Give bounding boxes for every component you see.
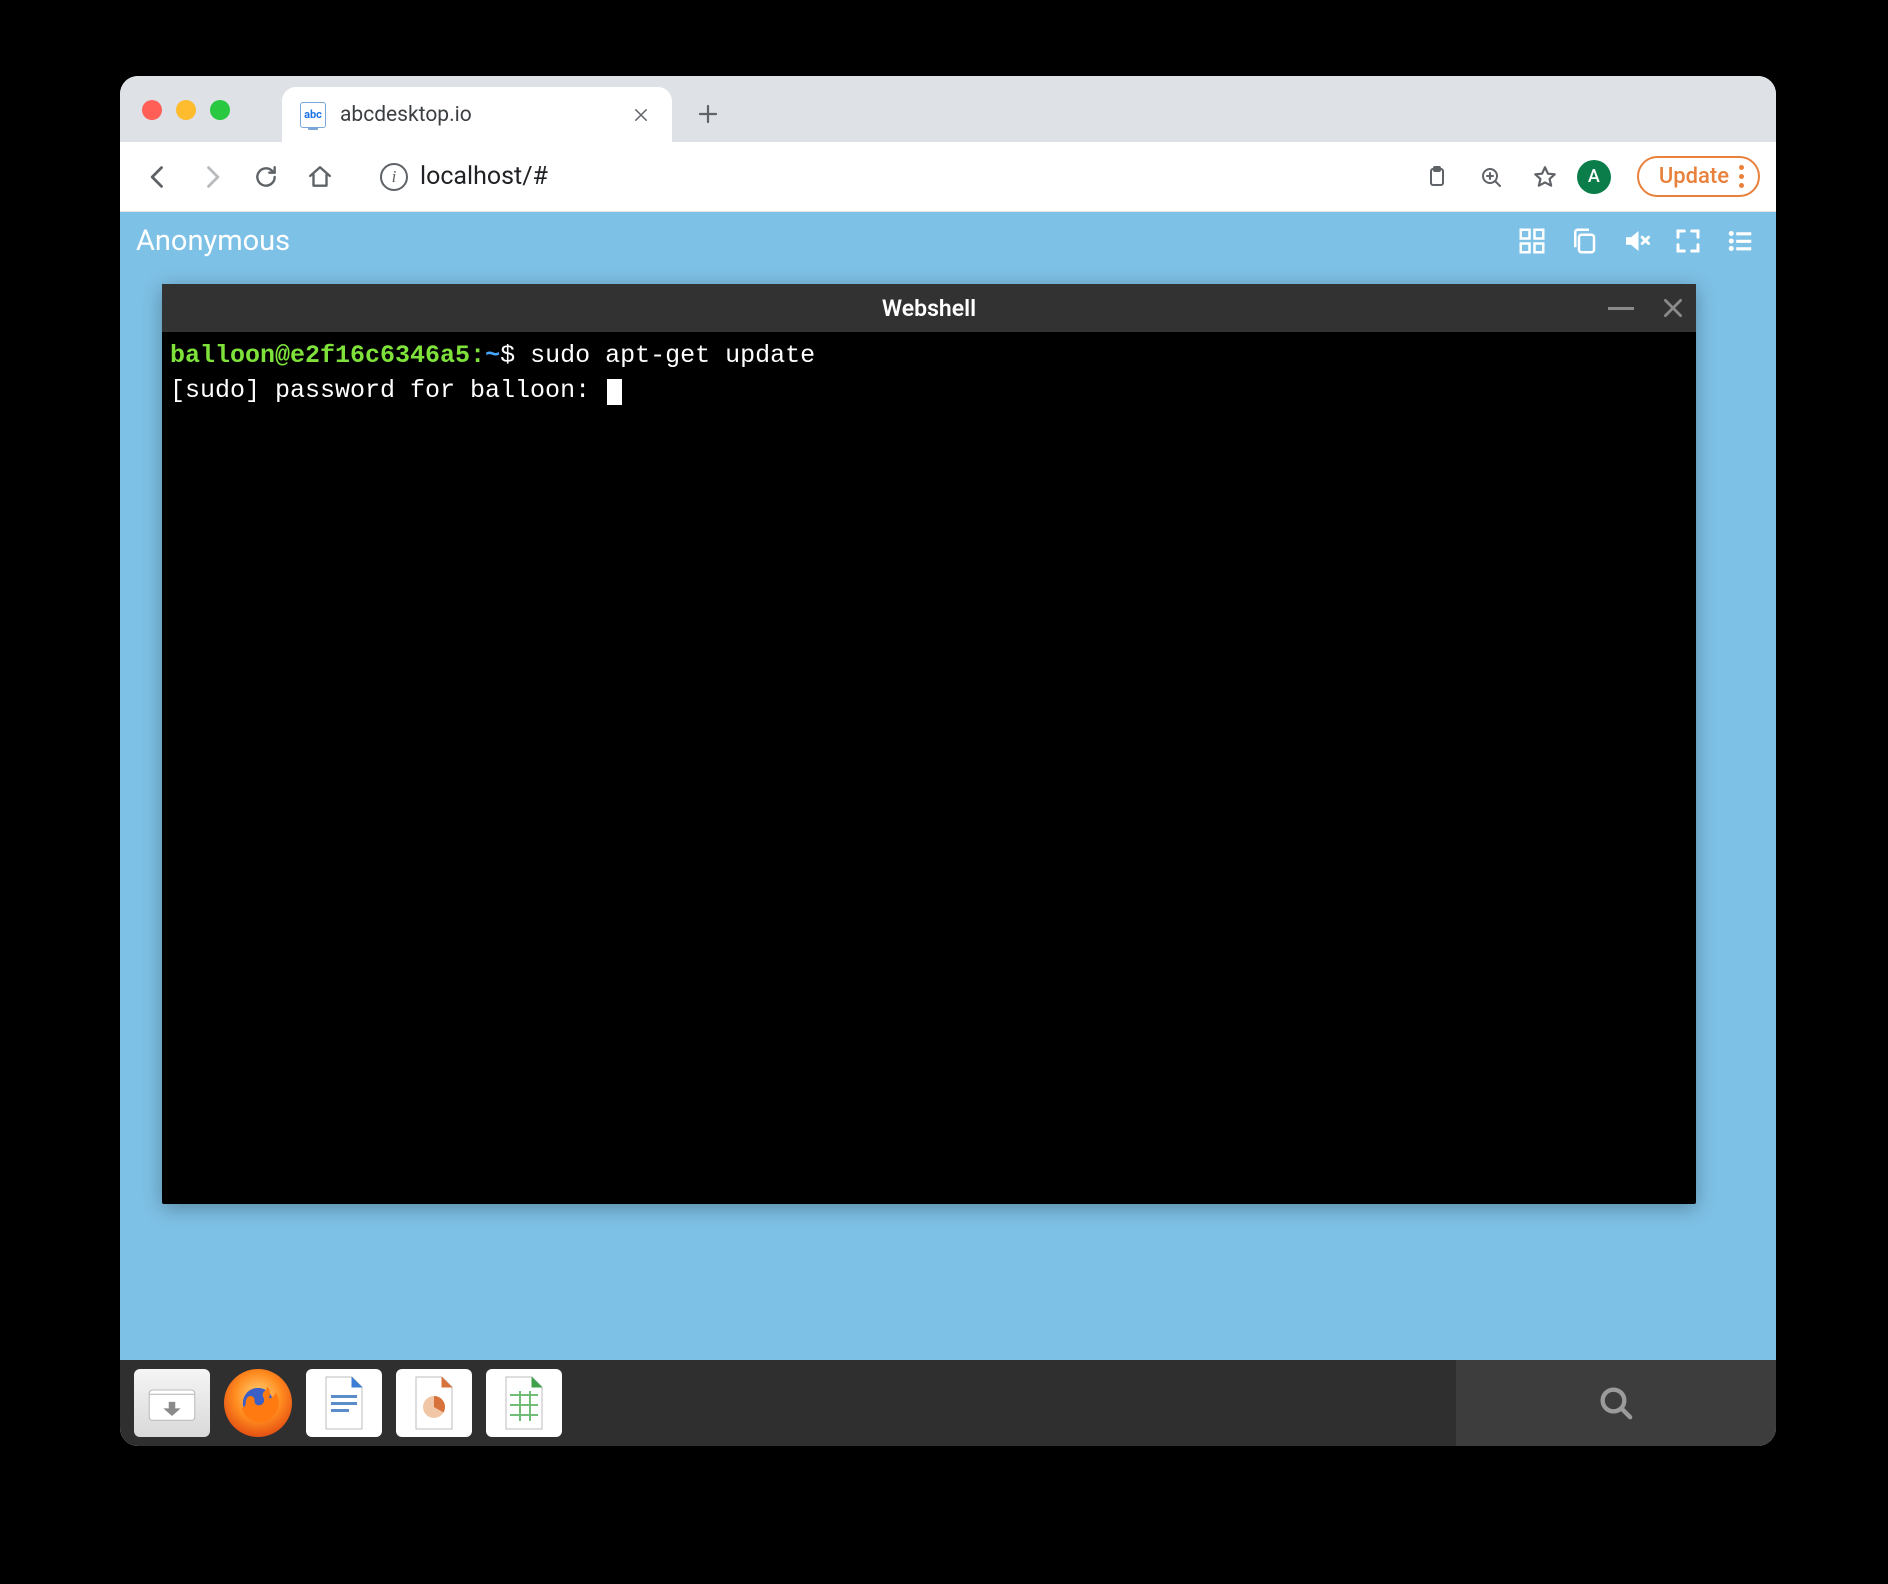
update-button[interactable]: Update <box>1637 156 1760 197</box>
terminal-line2: [sudo] password for balloon: <box>170 376 605 405</box>
impress-app-icon[interactable] <box>396 1369 472 1437</box>
address-bar[interactable]: i localhost/# <box>378 162 556 191</box>
terminal-window: Webshell balloon@e2f16c6346a5:~$ sudo ap… <box>162 284 1696 1204</box>
profile-avatar[interactable]: A <box>1577 160 1611 194</box>
tab-close-button[interactable] <box>632 106 654 124</box>
tab-strip: abc abcdesktop.io <box>120 76 1776 142</box>
abcdesktop-page: Anonymous <box>120 212 1776 1446</box>
terminal-body[interactable]: balloon@e2f16c6346a5:~$ sudo apt-get upd… <box>162 332 1696 1204</box>
copy-icon[interactable] <box>1564 221 1604 261</box>
terminal-prompt-path: ~ <box>485 341 500 370</box>
terminal-titlebar[interactable]: Webshell <box>162 284 1696 332</box>
terminal-prompt-symbol: $ <box>500 341 515 370</box>
window-maximize-button[interactable] <box>210 100 230 120</box>
dock-search-button[interactable] <box>1456 1360 1776 1446</box>
terminal-minimize-button[interactable] <box>1608 307 1634 310</box>
grid-icon[interactable] <box>1512 221 1552 261</box>
window-traffic-lights <box>142 100 230 120</box>
page-header: Anonymous <box>120 212 1776 270</box>
files-app-icon[interactable] <box>134 1369 210 1437</box>
terminal-command: sudo apt-get update <box>530 341 815 370</box>
fullscreen-icon[interactable] <box>1668 221 1708 261</box>
window-minimize-button[interactable] <box>176 100 196 120</box>
desktop-area[interactable]: Webshell balloon@e2f16c6346a5:~$ sudo ap… <box>120 270 1776 1360</box>
back-button[interactable] <box>136 155 180 199</box>
terminal-prompt-sep: : <box>470 341 485 370</box>
calc-app-icon[interactable] <box>486 1369 562 1437</box>
dock <box>120 1360 1776 1446</box>
kebab-menu-icon[interactable] <box>1739 165 1744 188</box>
browser-toolbar: i localhost/# A Update <box>120 142 1776 212</box>
page-username: Anonymous <box>136 224 290 258</box>
terminal-cursor <box>607 379 622 405</box>
firefox-app-icon[interactable] <box>224 1369 292 1437</box>
tab-title: abcdesktop.io <box>340 103 618 127</box>
bookmark-star-icon[interactable] <box>1523 155 1567 199</box>
window-close-button[interactable] <box>142 100 162 120</box>
writer-app-icon[interactable] <box>306 1369 382 1437</box>
reload-button[interactable] <box>244 155 288 199</box>
url-text: localhost/# <box>420 162 548 191</box>
terminal-title: Webshell <box>882 295 976 322</box>
forward-button[interactable] <box>190 155 234 199</box>
terminal-close-button[interactable] <box>1660 295 1686 321</box>
terminal-prompt-user: balloon@e2f16c6346a5 <box>170 341 470 370</box>
tab-favicon-icon: abc <box>300 102 326 128</box>
clipboard-icon[interactable] <box>1415 155 1459 199</box>
browser-tab[interactable]: abc abcdesktop.io <box>282 87 672 142</box>
home-button[interactable] <box>298 155 342 199</box>
zoom-icon[interactable] <box>1469 155 1513 199</box>
menu-icon[interactable] <box>1720 221 1760 261</box>
update-label: Update <box>1659 164 1729 189</box>
browser-window: abc abcdesktop.io <box>120 76 1776 1446</box>
mute-icon[interactable] <box>1616 221 1656 261</box>
site-info-icon[interactable]: i <box>380 163 408 191</box>
new-tab-button[interactable] <box>686 92 730 136</box>
